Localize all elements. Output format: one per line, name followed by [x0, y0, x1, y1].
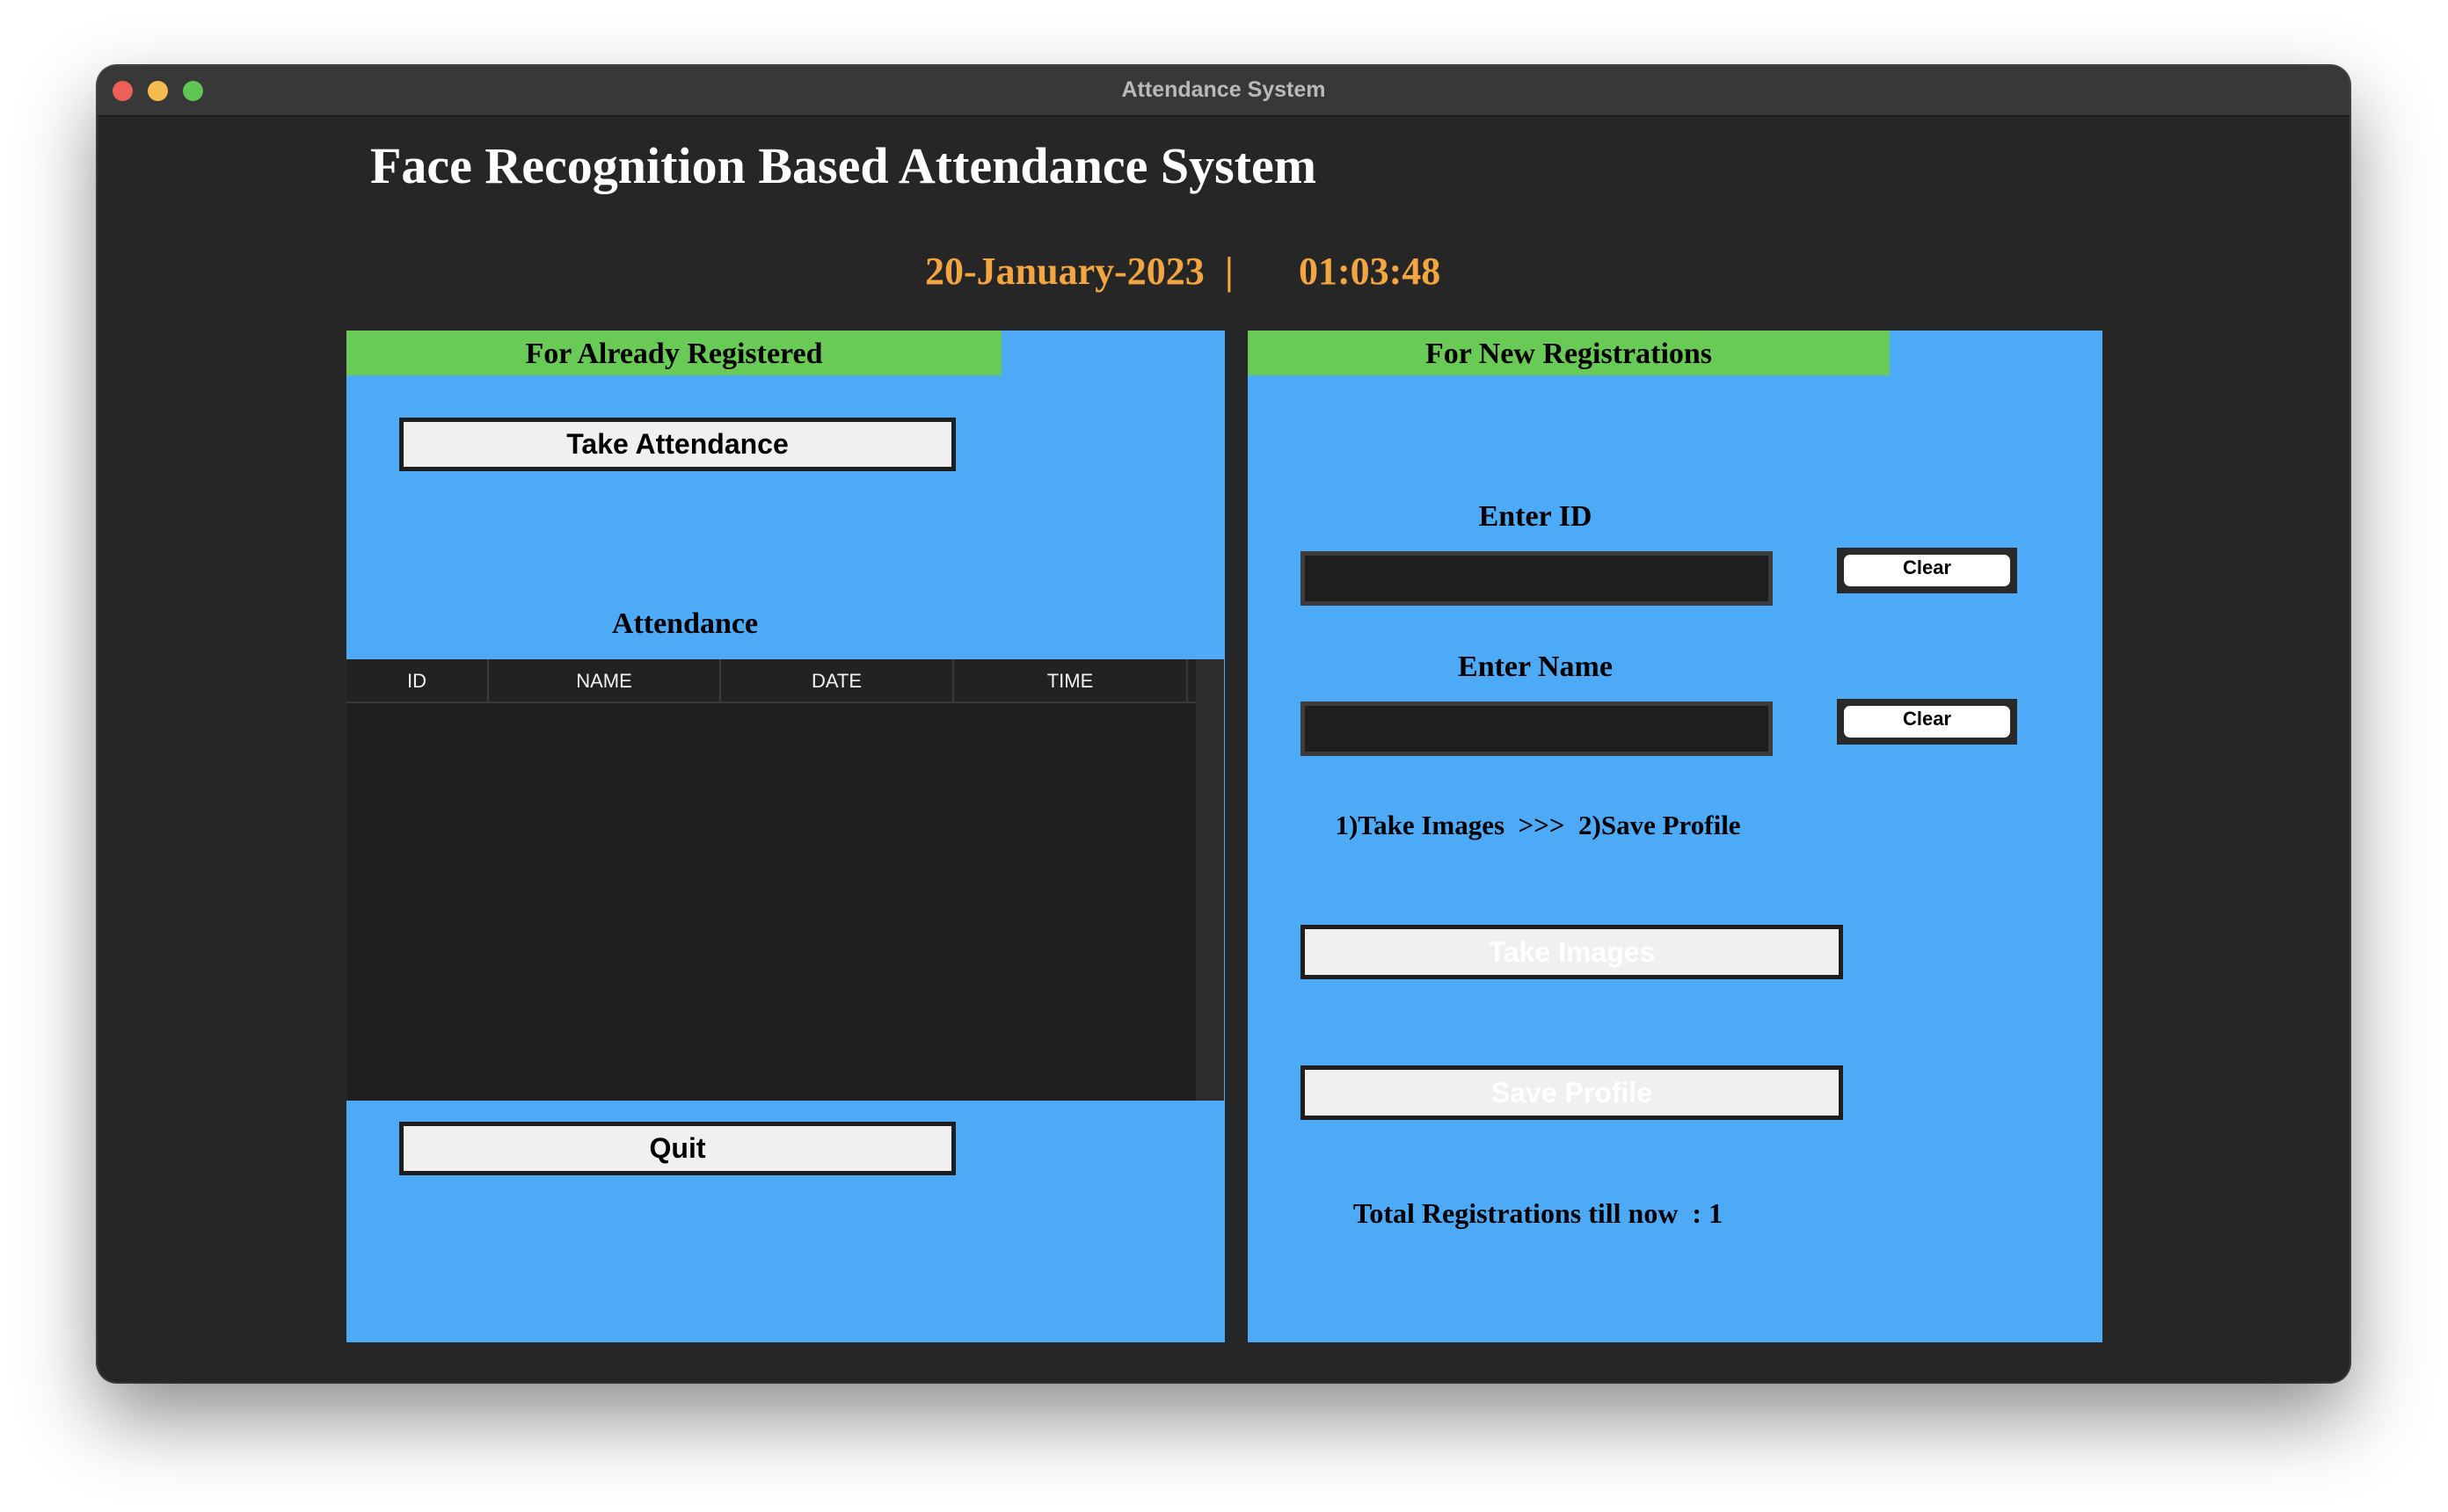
page-title: Face Recognition Based Attendance System [370, 137, 1317, 194]
title-bar[interactable]: Attendance System [98, 66, 2350, 117]
enter-id-label: Enter ID [1478, 500, 1592, 533]
take-attendance-button[interactable]: Take Attendance [399, 418, 956, 471]
save-profile-button[interactable]: Save Profile [1300, 1065, 1843, 1120]
attendance-table-header: ID NAME DATE TIME [346, 659, 1196, 703]
window-title: Attendance System [1121, 77, 1326, 102]
date-label: 20-January-2023 [925, 250, 1205, 293]
total-registrations-label: Total Registrations till now : 1 [1352, 1197, 1723, 1229]
column-header-name[interactable]: NAME [489, 659, 721, 701]
clock-label: 01:03:48 [1299, 250, 1441, 293]
registered-panel-header: For Already Registered [346, 331, 1002, 375]
quit-button[interactable]: Quit [399, 1122, 956, 1175]
new-registration-panel: For New Registrations Enter ID Clear Ent… [1248, 331, 2102, 1342]
date-time-separator: | [1225, 250, 1234, 293]
attendance-label: Attendance [611, 607, 759, 640]
registration-steps-label: 1)Take Images >>> 2)Save Profile [1335, 810, 1741, 840]
id-input[interactable] [1300, 551, 1773, 606]
clear-name-button[interactable]: Clear [1837, 699, 2017, 745]
column-header-date[interactable]: DATE [721, 659, 954, 701]
attendance-table[interactable]: ID NAME DATE TIME [346, 659, 1224, 1101]
column-header-id[interactable]: ID [346, 659, 489, 701]
new-registration-panel-header: For New Registrations [1248, 331, 1890, 375]
enter-name-label: Enter Name [1458, 651, 1613, 683]
clear-id-button[interactable]: Clear [1837, 548, 2017, 593]
clear-name-button-label: Clear [1844, 706, 2010, 738]
app-window: Attendance System Face Recognition Based… [98, 66, 2350, 1382]
name-input[interactable] [1300, 701, 1773, 756]
take-images-button[interactable]: Take Images [1300, 925, 1843, 979]
column-header-time[interactable]: TIME [954, 659, 1188, 701]
registered-panel: For Already Registered Take Attendance A… [346, 331, 1225, 1342]
table-scrollbar[interactable] [1196, 659, 1224, 1101]
clear-id-button-label: Clear [1844, 555, 2010, 586]
